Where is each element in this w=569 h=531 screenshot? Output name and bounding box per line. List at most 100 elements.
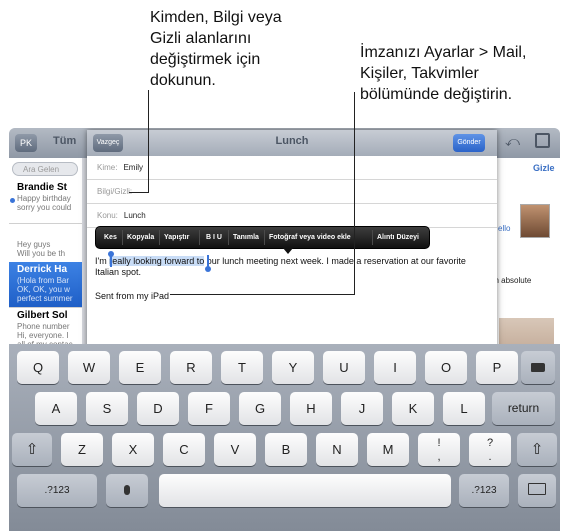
subject-label: Konu: [97, 211, 118, 220]
subject-value: Lunch [123, 211, 146, 220]
key-z[interactable]: Z [61, 433, 103, 466]
key-r[interactable]: R [170, 351, 212, 384]
menu-item-copy[interactable]: Kopyala [127, 227, 154, 248]
key-e[interactable]: E [119, 351, 161, 384]
key-j[interactable]: J [341, 392, 383, 425]
keyboard: Q W E R T Y U I O P A S D F G H J K L re… [9, 344, 560, 531]
key-k[interactable]: K [392, 392, 434, 425]
cc-label: Bilgi/Gizli: [97, 187, 133, 196]
microphone-icon [124, 485, 130, 495]
key-d[interactable]: D [137, 392, 179, 425]
callout-fields-line: dokunun. [150, 72, 216, 89]
dictation-key[interactable] [106, 474, 148, 507]
key-o[interactable]: O [425, 351, 467, 384]
key-period: . [488, 451, 492, 463]
key-exclaim-comma[interactable]: ! , [418, 433, 460, 466]
key-y[interactable]: Y [272, 351, 314, 384]
list-item-selected[interactable]: Derrick Ha (Hola from Bar OK, OK, you w … [9, 262, 82, 308]
menu-item-define[interactable]: Tanımla [233, 227, 259, 248]
avatar [520, 204, 550, 238]
key-m[interactable]: M [367, 433, 409, 466]
callout-fields-line: değiştirmek için [150, 51, 261, 68]
menu-divider [372, 230, 373, 245]
list-item-preview: Hi, everyone. I [17, 331, 69, 340]
menu-item-quote-level[interactable]: Alıntı Düzeyi [377, 227, 419, 248]
body-text: our lunch meeting next week. I made a re… [204, 256, 466, 266]
send-button[interactable]: Gönder [453, 134, 485, 152]
menu-divider [228, 230, 229, 245]
unread-dot [10, 198, 15, 203]
back-button[interactable]: PK [15, 134, 37, 152]
key-c[interactable]: C [163, 433, 205, 466]
subject-field[interactable]: Konu: Lunch [87, 204, 497, 228]
selection-end-handle[interactable] [205, 266, 211, 272]
menu-item-paste[interactable]: Yapıştır [164, 227, 189, 248]
menu-item-cut[interactable]: Kes [104, 227, 117, 248]
space-bar[interactable] [159, 474, 451, 507]
message-body[interactable]: I'm really looking forward to our lunch … [95, 256, 490, 278]
key-h[interactable]: H [290, 392, 332, 425]
callout-line-fields-horizontal [129, 192, 149, 193]
list-item-preview: (Hola from Bar [17, 276, 70, 285]
callout-line-signature-horizontal [170, 294, 355, 295]
callout-signature: İmzanızı Ayarlar > Mail, Kişiler, Takvim… [360, 42, 569, 105]
hide-keyboard-key[interactable] [518, 474, 556, 507]
key-question-period[interactable]: ? . [469, 433, 511, 466]
list-item-preview: Will you be th [17, 249, 66, 258]
hide-keyboard-icon [528, 483, 546, 495]
key-t[interactable]: T [221, 351, 263, 384]
key-u[interactable]: U [323, 351, 365, 384]
list-item-preview: perfect summer [17, 294, 73, 303]
numbers-key-left[interactable]: .?123 [17, 474, 97, 507]
callout-signature-line: Kişiler, Takvimler [360, 65, 479, 82]
selected-text[interactable]: really looking forward to [109, 256, 205, 266]
key-s[interactable]: S [86, 392, 128, 425]
numbers-key-right[interactable]: .?123 [459, 474, 509, 507]
list-item-preview: Happy birthday [17, 194, 71, 203]
return-key[interactable]: return [492, 392, 555, 425]
selection-start-bar [110, 255, 112, 267]
list-item-preview: Phone number [17, 322, 70, 331]
hide-button[interactable]: Gizle [533, 163, 555, 173]
ipad-screen: PK Tüm ⤺ Ara Gelen Brandie St Happy birt… [9, 128, 560, 531]
body-text: I'm [95, 256, 110, 266]
callout-signature-line: bölümünde değiştirin. [360, 86, 513, 103]
shift-key-left[interactable]: ⇧ [12, 433, 52, 466]
key-b[interactable]: B [265, 433, 307, 466]
key-l[interactable]: L [443, 392, 485, 425]
key-g[interactable]: G [239, 392, 281, 425]
signature[interactable]: Sent from my iPad [95, 291, 169, 302]
callout-fields: Kimden, Bilgi veya Gizli alanlarını deği… [150, 7, 340, 91]
callout-line-fields-vertical [148, 90, 149, 193]
menu-item-insert-photo[interactable]: Fotoğraf veya video ekle [269, 227, 351, 248]
key-question: ? [486, 437, 494, 449]
mailbox-title: Tüm [53, 135, 77, 147]
compose-icon[interactable] [535, 133, 550, 148]
key-n[interactable]: N [316, 433, 358, 466]
key-v[interactable]: V [214, 433, 256, 466]
menu-divider [264, 230, 265, 245]
menu-item-format[interactable]: B I U [206, 227, 222, 248]
list-item-preview: sorry you could [17, 203, 72, 212]
list-item-sender: Derrick Ha [17, 264, 68, 275]
key-x[interactable]: X [112, 433, 154, 466]
edit-menu: Kes Kopyala Yapıştır B I U Tanımla Fotoğ… [95, 226, 430, 249]
search-input[interactable]: Ara Gelen [12, 162, 78, 176]
key-f[interactable]: F [188, 392, 230, 425]
delete-icon [531, 363, 545, 372]
to-value: Emily [123, 163, 144, 172]
list-item-preview: OK, OK, you w [17, 285, 70, 294]
reply-icon[interactable]: ⤺ [505, 133, 520, 150]
key-i[interactable]: I [374, 351, 416, 384]
key-q[interactable]: Q [17, 351, 59, 384]
edit-menu-pointer [283, 248, 293, 254]
key-exclaim: ! [437, 437, 441, 449]
list-item[interactable]: Brandie St Happy birthday sorry you coul… [9, 180, 82, 224]
key-p[interactable]: P [476, 351, 518, 384]
shift-key-right[interactable]: ⇧ [517, 433, 557, 466]
key-a[interactable]: A [35, 392, 77, 425]
delete-key[interactable] [521, 351, 555, 384]
callout-line-signature-vertical [354, 92, 355, 295]
to-label: Kime: [97, 163, 118, 172]
key-w[interactable]: W [68, 351, 110, 384]
